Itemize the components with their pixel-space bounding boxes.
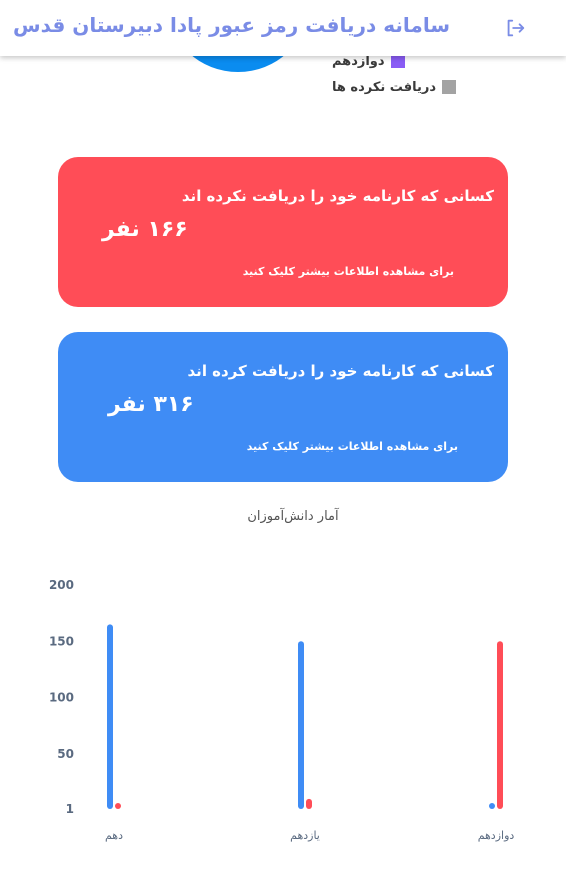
x-tick-label: دوازدهم xyxy=(478,829,515,842)
legend-swatch xyxy=(442,80,456,94)
chart-bar[interactable] xyxy=(306,798,312,809)
card-title: کسانی که کارنامه خود را دریافت نکرده اند xyxy=(181,187,494,205)
legend-label: دریافت نکرده ها xyxy=(331,79,436,95)
received-card[interactable]: کسانی که کارنامه خود را دریافت کرده اند … xyxy=(58,332,508,482)
top-app-bar: سامانه دریافت رمز عبور پادا دبیرستان قدس xyxy=(0,0,566,56)
chart-title: آمار دانش‌آموزان xyxy=(247,509,339,524)
x-tick-label: یازدهم xyxy=(290,829,320,842)
page-title: سامانه دریافت رمز عبور پادا دبیرستان قدس xyxy=(13,13,450,37)
card-title: کسانی که کارنامه خود را دریافت کرده اند xyxy=(187,362,494,380)
y-tick-label: 200 xyxy=(49,578,74,592)
logout-button[interactable] xyxy=(500,14,530,42)
legend-swatch xyxy=(390,54,405,68)
card-count: ۱۶۶ نفر xyxy=(102,217,188,242)
y-tick-label: 1 xyxy=(66,802,74,816)
chart-bar[interactable] xyxy=(298,641,304,809)
logout-icon xyxy=(507,19,525,37)
chart-bar[interactable] xyxy=(497,641,503,809)
y-tick-label: 100 xyxy=(49,691,74,705)
not-received-card[interactable]: کسانی که کارنامه خود را دریافت نکرده اند… xyxy=(58,157,508,307)
x-tick-label: دهم xyxy=(105,829,123,842)
y-tick-label: 150 xyxy=(49,634,74,648)
student-stats-chart: 150100150200دهم یازدهم دوازدهم xyxy=(49,578,515,842)
legend-item: دریافت نکرده ها xyxy=(332,74,456,100)
card-count: ۳۱۶ نفر xyxy=(108,392,194,417)
chart-bar[interactable] xyxy=(115,803,121,809)
y-tick-label: 50 xyxy=(57,747,74,761)
card-more-info-link[interactable]: برای مشاهده اطلاعات بیشتر کلیک کنید xyxy=(247,440,458,453)
chart-bar[interactable] xyxy=(107,624,113,809)
chart-bar[interactable] xyxy=(489,803,495,809)
card-more-info-link[interactable]: برای مشاهده اطلاعات بیشتر کلیک کنید xyxy=(243,265,454,278)
